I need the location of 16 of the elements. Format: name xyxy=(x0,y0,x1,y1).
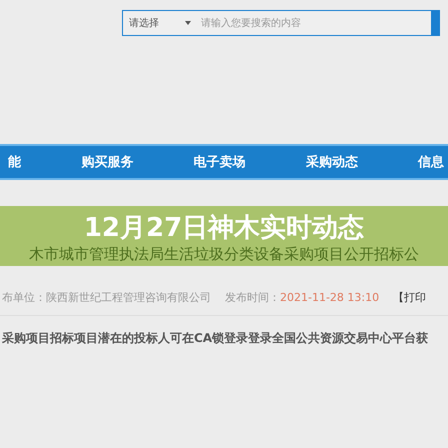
article-text: 采购项目招标项目潜在的投标人可在CA锁登录登录全国公共资源交易中心平台获 xyxy=(1,330,430,347)
search-button[interactable] xyxy=(431,10,439,36)
category-select[interactable]: 请选择 xyxy=(123,16,199,30)
publish-time: 2021-11-28 13:10 xyxy=(280,291,380,304)
publisher-text: 布单位：陕西新世纪工程管理咨询有限公司 xyxy=(2,290,211,305)
caret-icon xyxy=(185,21,191,25)
search-field[interactable]: 请选择 请输入您要搜索的内容 xyxy=(122,10,440,36)
nav-item[interactable]: 信息 xyxy=(418,153,444,171)
article-title: 木市城市管理执法局生活垃圾分类设备采购项目公开招标公 xyxy=(29,245,419,264)
nav-item[interactable]: 采购动态 xyxy=(306,153,358,171)
page-title: 12月27日神木实时动态 xyxy=(84,212,364,245)
print-link[interactable]: 【打印 xyxy=(393,290,426,305)
nav-item[interactable]: 电子卖场 xyxy=(194,153,246,171)
time-label: 发布时间： xyxy=(225,291,280,304)
nav-item[interactable]: 能 xyxy=(8,153,21,171)
nav-item[interactable]: 购买服务 xyxy=(81,153,134,171)
